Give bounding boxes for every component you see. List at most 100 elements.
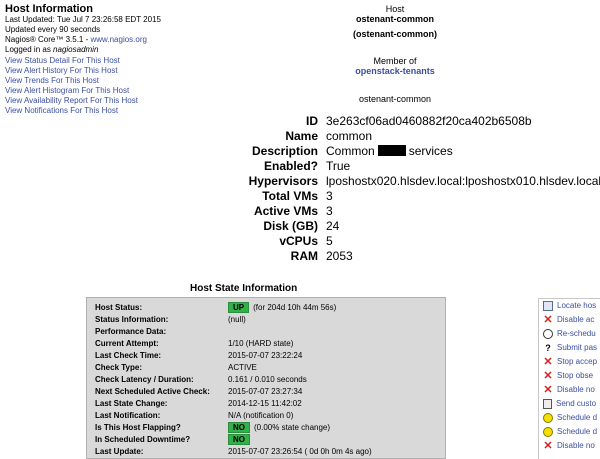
detail-row-vcpus: vCPUs 5 bbox=[230, 234, 600, 249]
state-value: UP (for 204d 10h 44m 56s) bbox=[228, 302, 336, 314]
state-label: In Scheduled Downtime? bbox=[95, 435, 191, 444]
detail-row-active-vms: Active VMs 3 bbox=[230, 204, 600, 219]
version-line: Nagios® Core™ 3.5.1 - www.nagios.org bbox=[5, 35, 161, 45]
command-disable-notifications[interactable]: ✕ Disable no bbox=[543, 384, 595, 396]
detail-label: RAM bbox=[290, 249, 318, 263]
detail-row-name: Name common bbox=[230, 129, 600, 144]
detail-label: Name bbox=[285, 129, 318, 143]
host-group-link[interactable]: openstack-tenants bbox=[320, 66, 470, 76]
command-locate-host[interactable]: Locate hos bbox=[543, 300, 596, 312]
state-label: Performance Data: bbox=[95, 327, 167, 336]
host-commands: Locate hos ✕ Disable ac Re-schedu ? Submit… bbox=[538, 298, 600, 459]
state-row: Performance Data: bbox=[95, 326, 445, 338]
detail-value: lposhostx020.hlsdev.local:lposhostx010.h… bbox=[326, 174, 600, 188]
detail-row-ram: RAM 2053 bbox=[230, 249, 600, 264]
state-row: Last Update: 2015-07-07 23:26:54 ( 0d 0h … bbox=[95, 446, 445, 458]
command-stop-accepting[interactable]: ✕ Stop accep bbox=[543, 356, 597, 368]
command-label: Disable no bbox=[557, 441, 595, 450]
command-label: Stop obse bbox=[557, 371, 594, 380]
state-label: Current Attempt: bbox=[95, 339, 159, 348]
link-alert-history[interactable]: View Alert History For This Host bbox=[5, 66, 138, 76]
command-label: Locate hos bbox=[557, 301, 597, 310]
state-label: Is This Host Flapping? bbox=[95, 423, 181, 432]
state-value: 2015-07-07 23:27:34 bbox=[228, 387, 303, 396]
description-post: services bbox=[408, 144, 453, 158]
command-reschedule-check[interactable]: Re-schedu bbox=[543, 328, 596, 340]
detail-value: True bbox=[326, 159, 351, 173]
state-value: 2015-07-07 23:22:24 bbox=[228, 351, 303, 360]
detail-label: Total VMs bbox=[262, 189, 318, 203]
logged-in-user: nagiosadmin bbox=[53, 45, 99, 54]
member-of-label: Member of bbox=[373, 56, 417, 66]
state-row: Check Type: ACTIVE bbox=[95, 362, 445, 374]
host-details: ID 3e263cf06ad0460882f20ca402b6508b Name c… bbox=[230, 114, 600, 264]
link-alert-histogram[interactable]: View Alert Histogram For This Host bbox=[5, 86, 138, 96]
detail-value: 3 bbox=[326, 204, 333, 218]
detail-label: Disk (GB) bbox=[263, 219, 318, 233]
command-stop-obsessing[interactable]: ✕ Stop obse bbox=[543, 370, 593, 382]
detail-label: Enabled? bbox=[263, 159, 318, 173]
detail-value: 2053 bbox=[326, 249, 353, 263]
detail-value: 24 bbox=[326, 219, 340, 233]
state-label: Check Type: bbox=[95, 363, 142, 372]
detail-value: common bbox=[326, 129, 373, 143]
nagios-link[interactable]: www.nagios.org bbox=[90, 35, 146, 44]
view-links: View Status Detail For This Host View Al… bbox=[5, 56, 138, 116]
detail-row-disk: Disk (GB) 24 bbox=[230, 219, 600, 234]
command-label: Re-schedu bbox=[557, 329, 596, 338]
detail-label: Description bbox=[251, 144, 318, 158]
state-value: NO bbox=[228, 434, 254, 446]
detail-value: 5 bbox=[326, 234, 333, 248]
map-icon bbox=[543, 301, 553, 311]
state-label: Status Information: bbox=[95, 315, 169, 324]
command-schedule-downtime-services[interactable]: Schedule d bbox=[543, 426, 597, 438]
command-label: Disable ac bbox=[557, 315, 595, 324]
detail-value: Common services bbox=[326, 144, 453, 159]
command-send-custom[interactable]: Send custo bbox=[543, 398, 596, 410]
state-row: Host Status: UP (for 204d 10h 44m 56s) bbox=[95, 302, 445, 314]
downtime-clock-icon bbox=[543, 427, 553, 437]
host-alias: (ostenant-common) bbox=[353, 29, 437, 39]
logged-in-line: Logged in as nagiosadmin bbox=[5, 45, 161, 55]
command-label: Disable no bbox=[557, 385, 595, 394]
state-title: Host State Information bbox=[190, 283, 298, 294]
question-icon: ? bbox=[545, 343, 551, 353]
state-row: Last State Change: 2014-12-15 11:42:02 bbox=[95, 398, 445, 410]
command-label: Schedule d bbox=[557, 413, 598, 422]
version-text: Nagios® Core™ 3.5.1 - bbox=[5, 35, 91, 44]
link-trends[interactable]: View Trends For This Host bbox=[5, 76, 138, 86]
link-status-detail[interactable]: View Status Detail For This Host bbox=[5, 56, 138, 66]
state-value-text: (0.00% state change) bbox=[254, 423, 331, 432]
state-row: Current Attempt: 1/10 (HARD state) bbox=[95, 338, 445, 350]
state-label: Check Latency / Duration: bbox=[95, 375, 194, 384]
disable-icon: ✕ bbox=[543, 384, 553, 396]
disable-icon: ✕ bbox=[543, 370, 553, 382]
state-value: NO (0.00% state change) bbox=[228, 422, 330, 434]
command-disable-notifications-services[interactable]: ✕ Disable no bbox=[543, 440, 595, 452]
command-label: Send custo bbox=[556, 399, 597, 408]
state-label: Last Check Time: bbox=[95, 351, 162, 360]
state-label: Last Update: bbox=[95, 447, 144, 456]
state-value: 2015-07-07 23:26:54 ( 0d 0h 0m 4s ago) bbox=[228, 447, 372, 456]
state-value: 0.161 / 0.010 seconds bbox=[228, 375, 307, 384]
host-label: Host bbox=[385, 4, 405, 14]
state-value: N/A (notification 0) bbox=[228, 411, 294, 420]
link-notifications[interactable]: View Notifications For This Host bbox=[5, 106, 138, 116]
detail-row-enabled: Enabled? True bbox=[230, 159, 600, 174]
state-row: Status Information: (null) bbox=[95, 314, 445, 326]
command-label: Stop accep bbox=[557, 357, 598, 366]
last-updated: Last Updated: Tue Jul 7 23:26:58 EDT 201… bbox=[5, 15, 161, 24]
state-value-text: (for 204d 10h 44m 56s) bbox=[253, 303, 337, 312]
status-badge: UP bbox=[228, 302, 250, 313]
host-info-panel: Host Information Last Updated: Tue Jul 7… bbox=[5, 3, 161, 55]
detail-value: 3 bbox=[326, 189, 333, 203]
link-availability-report[interactable]: View Availability Report For This Host bbox=[5, 96, 138, 106]
command-submit-passive[interactable]: ? Submit pas bbox=[543, 342, 597, 354]
host-info-title: Host Information bbox=[5, 3, 93, 15]
command-disable-active-checks[interactable]: ✕ Disable ac bbox=[543, 314, 594, 326]
command-schedule-downtime[interactable]: Schedule d bbox=[543, 412, 597, 424]
state-row: Next Scheduled Active Check: 2015-07-07 2… bbox=[95, 386, 445, 398]
state-value: ACTIVE bbox=[228, 363, 257, 372]
clock-icon bbox=[543, 329, 553, 339]
detail-row-hypervisors: Hypervisors lposhostx020.hlsdev.local:lpo… bbox=[230, 174, 600, 189]
